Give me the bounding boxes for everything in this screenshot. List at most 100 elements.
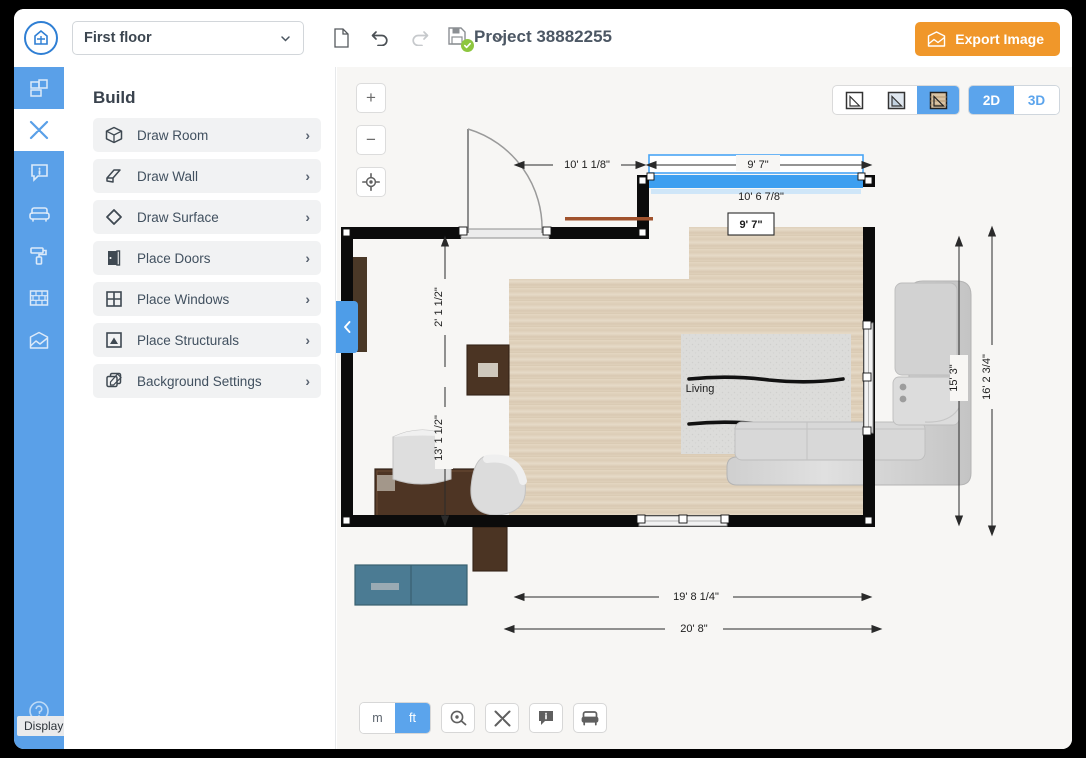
rail-item-furniture[interactable]: [14, 193, 64, 235]
recenter-button[interactable]: [356, 167, 386, 197]
zoom-in-button[interactable]: +: [356, 83, 386, 113]
bottom-wall-window: [637, 515, 729, 526]
floorplan-icon: [29, 78, 49, 98]
menu-item-label: Place Structurals: [137, 333, 305, 348]
chevron-right-icon: ›: [305, 373, 310, 389]
dimension-toggle: 2D 3D: [968, 85, 1060, 115]
menu-item-place-structurals[interactable]: Place Structurals ›: [93, 323, 321, 357]
menu-item-label: Place Doors: [137, 251, 305, 266]
view-outline-icon: [844, 90, 865, 111]
menu-item-label: Draw Wall: [137, 169, 305, 184]
selected-dimension-text: 9' 7": [739, 219, 762, 231]
chevron-left-icon: [342, 320, 353, 334]
dim-bottom-outer: 20' 8": [680, 623, 708, 635]
unit-toggle: m ft: [359, 702, 431, 734]
dim-bottom-inner: 19' 8 1/4": [673, 591, 719, 603]
room-label: Living: [686, 383, 715, 395]
brick-wall-icon: [29, 289, 49, 307]
save-button[interactable]: [447, 26, 471, 50]
build-panel: Build Draw Room › Draw Wall ›: [64, 67, 336, 749]
chevron-right-icon: ›: [305, 209, 310, 225]
measure-button[interactable]: [441, 703, 475, 733]
panel-collapse-button[interactable]: [336, 301, 358, 353]
view-mode-bar: [832, 85, 960, 115]
dim-top-inner: 10' 6 7/8": [738, 191, 784, 203]
dim-right-inner: 15' 3": [948, 364, 960, 392]
unit-feet-button[interactable]: ft: [395, 703, 430, 733]
unit-meters-button[interactable]: m: [360, 703, 395, 733]
export-image-label: Export Image: [955, 31, 1044, 47]
view-textured-icon: [928, 90, 949, 111]
view-mode-outline[interactable]: [833, 86, 875, 114]
door: [459, 129, 551, 238]
save-success-badge: [461, 39, 474, 52]
draw-surface-icon: [104, 207, 124, 227]
zoom-in-label: +: [366, 88, 376, 108]
chevron-right-icon: ›: [305, 127, 310, 143]
header-tools: [330, 26, 510, 50]
menu-item-label: Draw Surface: [137, 210, 305, 225]
paint-roller-icon: [29, 246, 49, 266]
floor-select[interactable]: First floor: [72, 21, 304, 55]
floorplan-drawing: 9' 7": [337, 67, 1072, 749]
app-logo-icon[interactable]: [24, 21, 58, 55]
selected-dimension-chip: 9' 7": [728, 213, 774, 235]
rail-item-walls[interactable]: [14, 277, 64, 319]
menu-item-draw-room[interactable]: Draw Room ›: [93, 118, 321, 152]
chevron-right-icon: ›: [305, 168, 310, 184]
panel-title: Build: [93, 88, 335, 108]
zoom-out-button[interactable]: −: [356, 125, 386, 155]
furniture-icon: [29, 205, 50, 224]
menu-item-place-windows[interactable]: Place Windows ›: [93, 282, 321, 316]
comments-button[interactable]: [529, 703, 563, 733]
place-doors-icon: [104, 248, 124, 268]
menu-item-background-settings[interactable]: Background Settings ›: [93, 364, 321, 398]
export-image-button[interactable]: Export Image: [915, 22, 1060, 56]
right-wall-window: [863, 321, 873, 435]
app-window: First floor: [14, 9, 1072, 749]
tools-button[interactable]: [485, 703, 519, 733]
view-2d-button[interactable]: 2D: [969, 86, 1014, 114]
zoom-out-label: −: [366, 130, 376, 150]
chevron-right-icon: ›: [305, 291, 310, 307]
menu-item-label: Draw Room: [137, 128, 305, 143]
place-windows-icon: [104, 289, 124, 309]
measure-icon: [449, 709, 468, 728]
rail-item-materials[interactable]: [14, 235, 64, 277]
save-options-chevron-down-icon[interactable]: [488, 27, 510, 49]
rail-item-floorplan[interactable]: [14, 67, 64, 109]
dim-right-outer: 16' 2 3/4": [981, 354, 993, 400]
dim-top-left: 10' 1 1/8": [564, 159, 610, 171]
draw-wall-icon: [104, 166, 124, 186]
view-mode-textured[interactable]: [917, 86, 959, 114]
redo-icon: [408, 27, 430, 49]
menu-item-label: Place Windows: [137, 292, 305, 307]
info-icon: [30, 163, 49, 182]
menu-item-label: Background Settings: [137, 374, 305, 389]
draw-room-icon: [104, 125, 124, 145]
place-structurals-icon: [104, 330, 124, 350]
comment-icon: [537, 709, 555, 727]
menu-item-draw-wall[interactable]: Draw Wall ›: [93, 159, 321, 193]
view-3d-button[interactable]: 3D: [1014, 86, 1059, 114]
menu-item-draw-surface[interactable]: Draw Surface ›: [93, 200, 321, 234]
icon-rail: Display a menu: [14, 67, 64, 749]
chevron-right-icon: ›: [305, 250, 310, 266]
furniture-button[interactable]: [573, 703, 607, 733]
dim-top-right: 9' 7": [747, 159, 768, 171]
menu-item-place-doors[interactable]: Place Doors ›: [93, 241, 321, 275]
floor-select-value: First floor: [84, 30, 152, 46]
rail-item-build[interactable]: [14, 109, 64, 151]
dim-left-upper: 2' 1 1/2": [433, 287, 445, 327]
view-mode-shaded[interactable]: [875, 86, 917, 114]
view-shaded-icon: [886, 90, 907, 111]
new-document-icon[interactable]: [330, 27, 352, 49]
rail-item-share[interactable]: [14, 319, 64, 361]
tools-icon: [493, 709, 512, 728]
export-image-icon: [927, 31, 946, 48]
undo-icon[interactable]: [369, 27, 391, 49]
share-icon: [29, 331, 50, 350]
armchair-2: [471, 456, 526, 515]
floorplan-canvas[interactable]: 9' 7": [337, 67, 1072, 749]
rail-item-info[interactable]: [14, 151, 64, 193]
